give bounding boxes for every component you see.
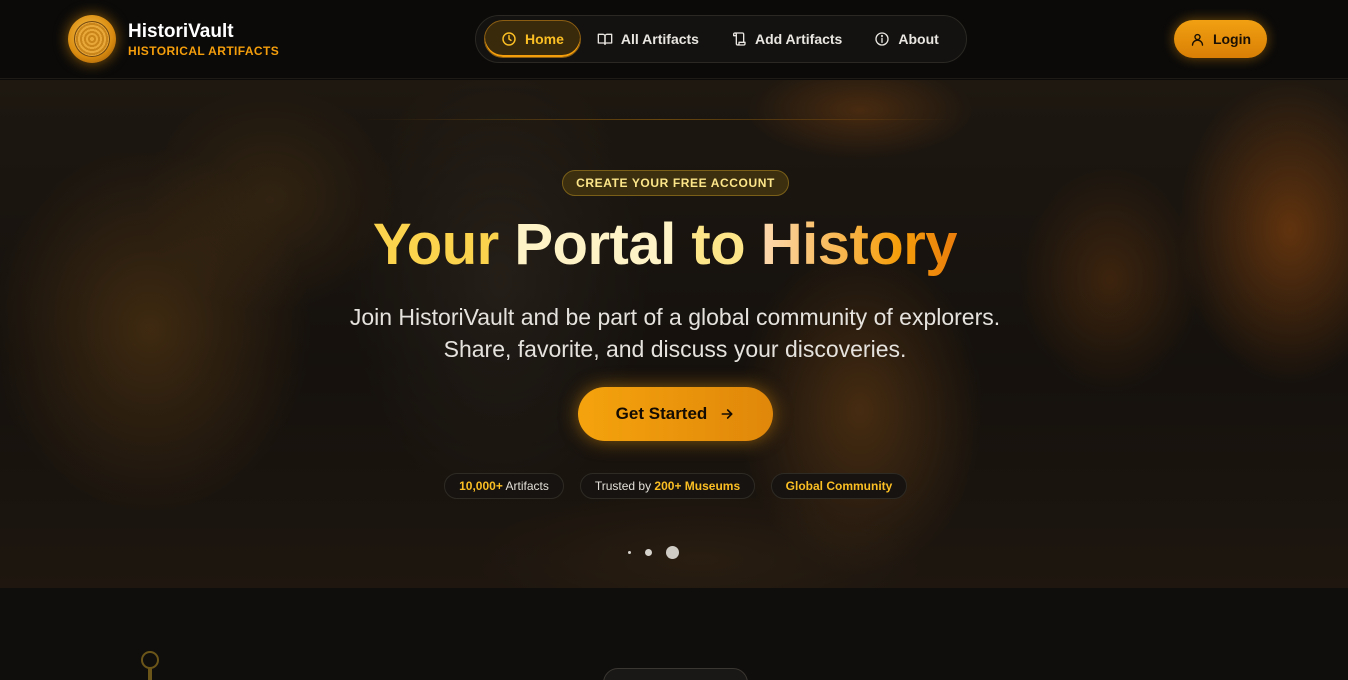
nav-item-about[interactable]: About [858, 20, 954, 58]
nav-item-home[interactable]: Home [484, 20, 581, 58]
brand[interactable]: HistoriVault HISTORICAL ARTIFACTS [68, 15, 279, 63]
hero-description: Join HistoriVault and be part of a globa… [349, 304, 1001, 362]
nav-item-label: Home [525, 31, 564, 47]
hero-title-word: Portal [514, 212, 676, 277]
logo-seal [74, 21, 110, 57]
nav-item-all-artifacts[interactable]: All Artifacts [581, 20, 715, 58]
ankh-icon [141, 651, 159, 669]
info-icon [875, 32, 890, 46]
stat-chip-community: Global Community [771, 473, 907, 499]
stat-value: 200+ Museums [654, 479, 741, 493]
hero-carousel: CREATE YOUR FREE ACCOUNT Your Portal to … [0, 80, 1348, 588]
stat-label: Trusted by [594, 479, 655, 493]
get-started-label: Get Started [615, 404, 708, 423]
section-badge [603, 668, 748, 680]
main-nav: Home All Artifacts Add Artifacts About [475, 15, 967, 63]
nav-item-label: About [898, 31, 939, 47]
nav-item-label: Add Artifacts [754, 31, 843, 47]
ankh-icon-stem [148, 668, 152, 680]
nav-item-label: All Artifacts [620, 31, 699, 47]
scroll-icon [732, 32, 746, 46]
stat-label: Artifacts [502, 479, 549, 493]
carousel-dots [628, 546, 693, 559]
brand-name: HistoriVault [128, 20, 234, 42]
logo [68, 15, 116, 63]
navbar: HistoriVault HISTORICAL ARTIFACTS Home A… [0, 0, 1348, 79]
next-section [0, 588, 1348, 680]
arrow-right-icon [721, 409, 733, 419]
stat-value: 10,000+ [459, 479, 503, 493]
get-started-button[interactable]: Get Started [578, 387, 773, 441]
hero-title-word: Your [372, 212, 499, 277]
login-button[interactable]: Login [1174, 20, 1267, 58]
stat-value: Global Community [785, 479, 893, 493]
hero-divider [365, 119, 955, 120]
hero-badge: CREATE YOUR FREE ACCOUNT [562, 170, 789, 196]
login-label: Login [1212, 31, 1252, 47]
book-icon [597, 33, 613, 45]
carousel-dot[interactable] [628, 551, 631, 554]
clock-icon [502, 32, 516, 46]
nav-item-add-artifacts[interactable]: Add Artifacts [715, 20, 858, 58]
hero-title-word: History [760, 212, 958, 277]
brand-subtitle: HISTORICAL ARTIFACTS [128, 43, 280, 58]
hero-title-word: to [691, 212, 746, 277]
carousel-dot[interactable] [645, 549, 652, 556]
stat-chip-artifacts: 10,000+ Artifacts [444, 473, 564, 499]
hero-title: Your Portal to History [0, 210, 1330, 280]
carousel-dot-active[interactable] [666, 546, 679, 559]
stat-chip-museums: Trusted by 200+ Museums [580, 473, 755, 499]
user-icon [1191, 33, 1204, 46]
brand-text: HistoriVault HISTORICAL ARTIFACTS [128, 21, 279, 58]
